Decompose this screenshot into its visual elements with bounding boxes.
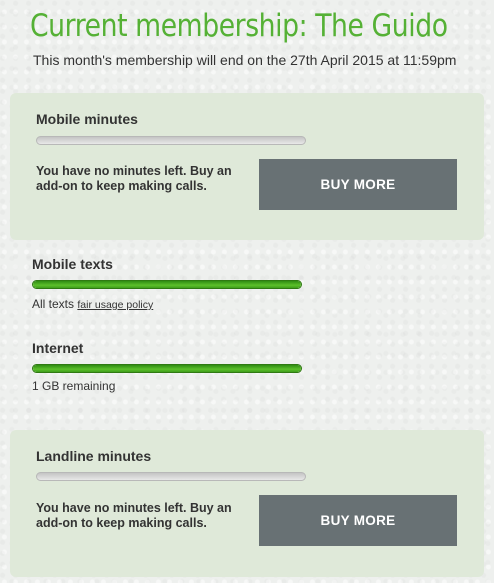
landline-minutes-panel: Landline minutes You have no minutes lef… — [10, 430, 484, 577]
mobile-texts-label: Mobile texts — [32, 256, 113, 272]
mobile-minutes-buy-more-button[interactable]: BUY MORE — [259, 159, 457, 210]
internet-bar — [32, 364, 302, 373]
page-title: Current membership: The Guido — [30, 8, 448, 44]
internet-remaining-note: 1 GB remaining — [32, 379, 116, 393]
mobile-texts-bar — [32, 280, 302, 289]
fair-usage-policy-link[interactable]: fair usage policy — [77, 299, 153, 311]
mobile-minutes-bar — [36, 136, 306, 145]
internet-bar-fill — [33, 365, 301, 372]
membership-end-note: This month's membership will end on the … — [33, 52, 457, 68]
mobile-minutes-message: You have no minutes left. Buy an add-on … — [36, 164, 232, 193]
mobile-minutes-panel: Mobile minutes You have no minutes left.… — [10, 93, 484, 240]
internet-label: Internet — [32, 340, 84, 356]
landline-minutes-buy-more-button[interactable]: BUY MORE — [259, 495, 457, 546]
landline-minutes-bar — [36, 472, 306, 481]
landline-minutes-label: Landline minutes — [36, 448, 152, 464]
landline-minutes-message: You have no minutes left. Buy an add-on … — [36, 501, 232, 530]
mobile-texts-note-prefix: All texts — [32, 297, 75, 311]
mobile-minutes-label: Mobile minutes — [36, 111, 138, 127]
mobile-texts-bar-fill — [33, 281, 301, 288]
mobile-texts-note: All texts fair usage policy — [32, 297, 153, 311]
